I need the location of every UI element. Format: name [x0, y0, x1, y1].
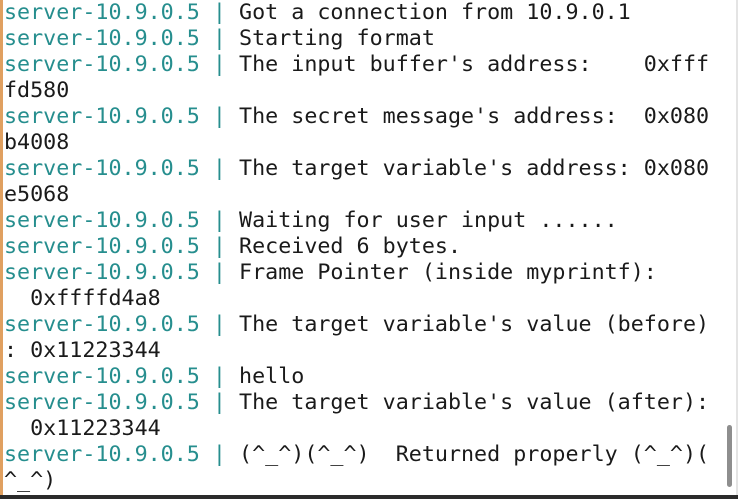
- terminal-line: server-10.9.0.5 | Starting format: [4, 26, 714, 52]
- line-prefix: server-10.9.0.5 |: [4, 0, 240, 25]
- terminal-line: server-10.9.0.5 | The target variable's …: [4, 312, 714, 338]
- line-text: : 0x11223344: [4, 338, 161, 363]
- terminal-line: server-10.9.0.5 | The target variable's …: [4, 390, 714, 416]
- line-text: The target variable's value (before): [239, 312, 710, 337]
- line-text: hello: [239, 364, 305, 389]
- line-text: e5068: [4, 182, 70, 207]
- line-prefix: server-10.9.0.5 |: [4, 260, 240, 285]
- terminal-line: 0xffffd4a8: [4, 286, 714, 312]
- scrollbar-thumb[interactable]: [727, 425, 732, 487]
- line-text: Got a connection from 10.9.0.1: [239, 0, 631, 25]
- line-prefix: server-10.9.0.5 |: [4, 442, 240, 467]
- line-prefix: server-10.9.0.5 |: [4, 52, 240, 77]
- line-text: 0x11223344: [4, 416, 161, 441]
- line-prefix: server-10.9.0.5 |: [4, 390, 240, 415]
- line-prefix: server-10.9.0.5 |: [4, 364, 240, 389]
- line-text: Waiting for user input ......: [239, 208, 618, 233]
- line-text: Received 6 bytes.: [239, 234, 461, 259]
- terminal-line: server-10.9.0.5 | Received 6 bytes.: [4, 234, 714, 260]
- line-text: The secret message's address: 0x080: [239, 104, 710, 129]
- line-text: The target variable's address: 0x080: [239, 156, 710, 181]
- terminal-line: : 0x11223344: [4, 338, 714, 364]
- window-left-edge: [0, 0, 3, 499]
- terminal-line: b4008: [4, 130, 714, 156]
- terminal-line: server-10.9.0.5 | The secret message's a…: [4, 104, 714, 130]
- window-bottom-edge: [0, 495, 738, 499]
- line-text: fd580: [4, 78, 70, 103]
- line-text: b4008: [4, 130, 70, 155]
- line-prefix: server-10.9.0.5 |: [4, 26, 240, 51]
- line-text: 0xffffd4a8: [4, 286, 161, 311]
- terminal-line: server-10.9.0.5 | hello: [4, 364, 714, 390]
- terminal-line: server-10.9.0.5 | Frame Pointer (inside …: [4, 260, 714, 286]
- terminal-line: 0x11223344: [4, 416, 714, 442]
- terminal-window[interactable]: server-10.9.0.5 | Got a connection from …: [0, 0, 738, 499]
- terminal-output[interactable]: server-10.9.0.5 | Got a connection from …: [4, 0, 714, 494]
- line-prefix: server-10.9.0.5 |: [4, 156, 240, 181]
- line-text: Frame Pointer (inside myprintf):: [239, 260, 657, 285]
- terminal-line: server-10.9.0.5 | (^_^)(^_^) Returned pr…: [4, 442, 714, 468]
- terminal-line: e5068: [4, 182, 714, 208]
- terminal-line: fd580: [4, 78, 714, 104]
- line-prefix: server-10.9.0.5 |: [4, 104, 240, 129]
- line-text: ^_^): [4, 468, 57, 493]
- terminal-line: ^_^): [4, 468, 714, 494]
- scrollbar[interactable]: [724, 0, 734, 493]
- terminal-line: server-10.9.0.5 | The input buffer's add…: [4, 52, 714, 78]
- line-prefix: server-10.9.0.5 |: [4, 312, 240, 337]
- line-text: (^_^)(^_^) Returned properly (^_^)(: [239, 442, 710, 467]
- terminal-line: server-10.9.0.5 | Waiting for user input…: [4, 208, 714, 234]
- line-text: The target variable's value (after):: [239, 390, 710, 415]
- line-text: Starting format: [239, 26, 435, 51]
- line-text: The input buffer's address: 0xfff: [239, 52, 710, 77]
- terminal-line: server-10.9.0.5 | Got a connection from …: [4, 0, 714, 26]
- terminal-line: server-10.9.0.5 | The target variable's …: [4, 156, 714, 182]
- line-prefix: server-10.9.0.5 |: [4, 234, 240, 259]
- line-prefix: server-10.9.0.5 |: [4, 208, 240, 233]
